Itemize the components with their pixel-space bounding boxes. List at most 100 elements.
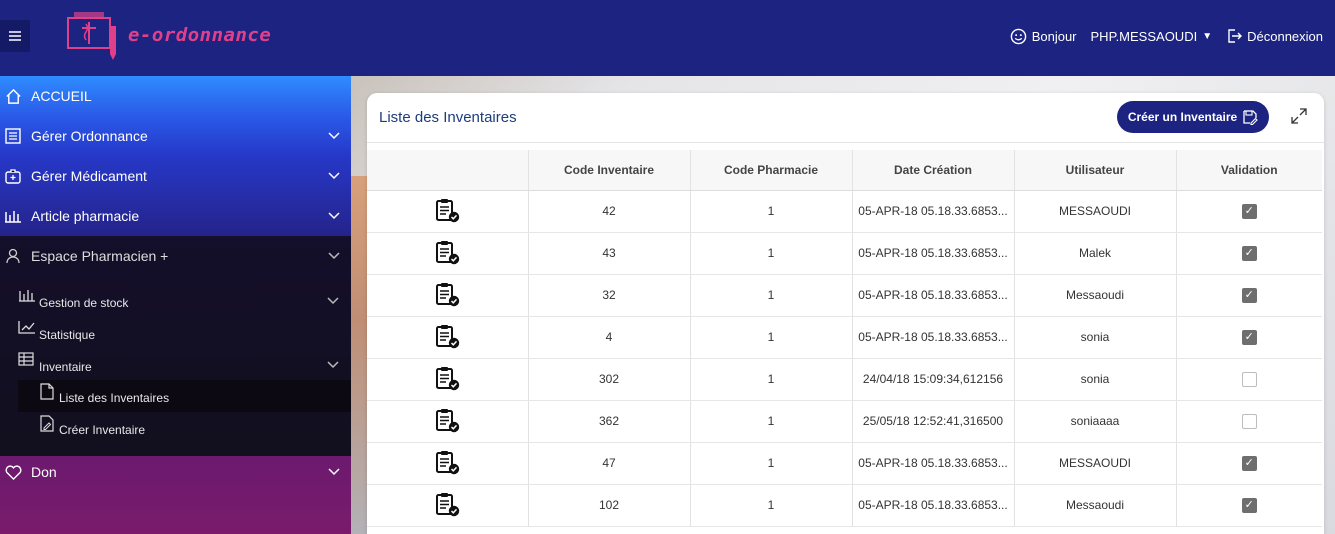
bars-icon	[4, 207, 22, 225]
clipboard-check-icon[interactable]	[434, 491, 460, 520]
chevron-down-icon	[327, 358, 339, 372]
validation-checkbox[interactable]: ✓	[1241, 287, 1257, 303]
validation-checkbox[interactable]: ✓	[1241, 497, 1257, 513]
sidebar-item-label: Gérer Médicament	[31, 168, 147, 184]
cell-code-pharmacie: 1	[690, 484, 853, 527]
column-header-date-creation[interactable]: Date Création	[852, 150, 1015, 191]
sidebar: ACCUEIL Gérer Ordonnance Gérer Médicamen…	[0, 76, 351, 534]
column-header-utilisateur[interactable]: Utilisateur	[1014, 150, 1177, 191]
cell-utilisateur: Messaoudi	[1014, 274, 1177, 317]
cell-code-pharmacie: 1	[690, 316, 853, 359]
validation-checkbox[interactable]: ✓	[1241, 329, 1257, 345]
sidebar-item-inventaire[interactable]: Inventaire	[18, 348, 351, 380]
hamburger-icon	[9, 31, 21, 41]
file-icon	[40, 383, 56, 401]
clipboard-check-icon[interactable]	[434, 365, 460, 394]
cell-code-inventaire: 32	[528, 274, 691, 317]
list-icon	[4, 127, 22, 145]
cell-utilisateur: MESSAOUDI	[1014, 442, 1177, 485]
cell-utilisateur: sonia	[1014, 358, 1177, 401]
sidebar-item-gerer-medicament[interactable]: Gérer Médicament	[0, 156, 351, 196]
sidebar-item-gerer-ordonnance[interactable]: Gérer Ordonnance	[0, 116, 351, 156]
table-row[interactable]: 32 1 05-APR-18 05.18.33.6853... Messaoudi ✓	[367, 274, 1322, 317]
cell-utilisateur: Malek	[1014, 232, 1177, 275]
sidebar-item-statistique[interactable]: Statistique	[18, 316, 351, 348]
cell-code-inventaire: 302	[528, 358, 691, 401]
chevron-down-icon	[327, 249, 341, 263]
validation-checkbox[interactable]: ✓	[1241, 245, 1257, 261]
clipboard-check-icon[interactable]	[434, 239, 460, 268]
sidebar-item-label: ACCUEIL	[31, 88, 92, 104]
inventory-table: Code Inventaire Code Pharmacie Date Créa…	[367, 150, 1322, 527]
greeting-label: Bonjour	[1031, 28, 1077, 44]
clipboard-check-icon[interactable]	[434, 197, 460, 226]
stock-icon	[18, 288, 36, 304]
sidebar-item-don[interactable]: Don	[0, 452, 351, 492]
hamburger-menu-button[interactable]	[0, 20, 30, 52]
chevron-down-icon	[327, 465, 341, 479]
user-dropdown[interactable]: PHP.MESSAOUDI ▼	[1091, 29, 1213, 44]
cell-utilisateur: sonia	[1014, 316, 1177, 359]
sidebar-item-label: Espace Pharmacien +	[31, 248, 169, 264]
cell-utilisateur: soniaaaa	[1014, 400, 1177, 443]
clipboard-check-icon[interactable]	[434, 449, 460, 478]
logout-icon	[1228, 29, 1243, 43]
create-inventory-button[interactable]: Créer un Inventaire	[1117, 101, 1269, 133]
validation-checkbox[interactable]: ✓	[1241, 203, 1257, 219]
chevron-down-icon	[327, 209, 341, 223]
cell-code-inventaire: 362	[528, 400, 691, 443]
chevron-down-icon	[327, 169, 341, 183]
cell-date-creation: 24/04/18 15:09:34,612156	[852, 358, 1015, 401]
validation-checkbox[interactable]	[1241, 413, 1257, 429]
table-row[interactable]: 47 1 05-APR-18 05.18.33.6853... MESSAOUDI ✓	[367, 442, 1322, 485]
greeting: Bonjour	[1010, 28, 1077, 45]
cell-code-pharmacie: 1	[690, 442, 853, 485]
expand-icon[interactable]	[1291, 108, 1307, 124]
sidebar-item-label: Liste des Inventaires	[59, 391, 170, 405]
home-icon	[4, 87, 22, 105]
table-row[interactable]: 102 1 05-APR-18 05.18.33.6853... Messaoudi ✓	[367, 484, 1322, 527]
clipboard-check-icon[interactable]	[434, 281, 460, 310]
heart-icon	[4, 463, 22, 481]
sidebar-item-label: Don	[31, 464, 57, 480]
cell-code-pharmacie: 1	[690, 358, 853, 401]
sidebar-item-article-pharmacie[interactable]: Article pharmacie	[0, 196, 351, 236]
cell-code-inventaire: 47	[528, 442, 691, 485]
create-inventory-label: Créer un Inventaire	[1127, 110, 1238, 124]
sidebar-item-liste-des-inventaires[interactable]: Liste des Inventaires	[18, 380, 351, 412]
cell-date-creation: 05-APR-18 05.18.33.6853...	[852, 316, 1015, 359]
sidebar-item-creer-inventaire[interactable]: Créer Inventaire	[18, 412, 351, 444]
table-row[interactable]: 43 1 05-APR-18 05.18.33.6853... Malek ✓	[367, 232, 1322, 275]
chart-icon	[18, 320, 36, 336]
chevron-down-icon	[327, 294, 339, 308]
table-icon	[18, 352, 36, 368]
logo-icon	[67, 12, 116, 60]
column-header-validation[interactable]: Validation	[1176, 150, 1322, 191]
column-header-code-pharmacie[interactable]: Code Pharmacie	[690, 150, 853, 191]
cell-utilisateur: MESSAOUDI	[1014, 190, 1177, 233]
table-row[interactable]: 4 1 05-APR-18 05.18.33.6853... sonia ✓	[367, 316, 1322, 359]
cell-code-pharmacie: 1	[690, 232, 853, 275]
column-header-code-inventaire[interactable]: Code Inventaire	[528, 150, 691, 191]
cell-code-pharmacie: 1	[690, 274, 853, 317]
sidebar-item-espace-pharmacien[interactable]: Espace Pharmacien +	[0, 236, 351, 276]
validation-checkbox[interactable]	[1241, 371, 1257, 387]
chevron-down-icon	[327, 129, 341, 143]
top-right-menu: Bonjour PHP.MESSAOUDI ▼ Déconnexion	[1010, 0, 1323, 72]
save-edit-icon	[1243, 110, 1258, 125]
table-row[interactable]: 302 1 24/04/18 15:09:34,612156 sonia	[367, 358, 1322, 401]
logout-button[interactable]: Déconnexion	[1226, 28, 1323, 44]
clipboard-check-icon[interactable]	[434, 323, 460, 352]
table-row[interactable]: 42 1 05-APR-18 05.18.33.6853... MESSAOUDI ✓	[367, 190, 1322, 233]
sidebar-item-gestion-de-stock[interactable]: Gestion de stock	[18, 284, 351, 316]
sidebar-item-accueil[interactable]: ACCUEIL	[0, 76, 351, 116]
cell-code-pharmacie: 1	[690, 400, 853, 443]
cell-code-inventaire: 4	[528, 316, 691, 359]
table-row[interactable]: 362 1 25/05/18 12:52:41,316500 soniaaaa	[367, 400, 1322, 443]
sidebar-item-label: Gérer Ordonnance	[31, 128, 148, 144]
clipboard-check-icon[interactable]	[434, 407, 460, 436]
cell-date-creation: 05-APR-18 05.18.33.6853...	[852, 190, 1015, 233]
validation-checkbox[interactable]: ✓	[1241, 455, 1257, 471]
cell-code-inventaire: 42	[528, 190, 691, 233]
medkit-icon	[4, 167, 22, 185]
